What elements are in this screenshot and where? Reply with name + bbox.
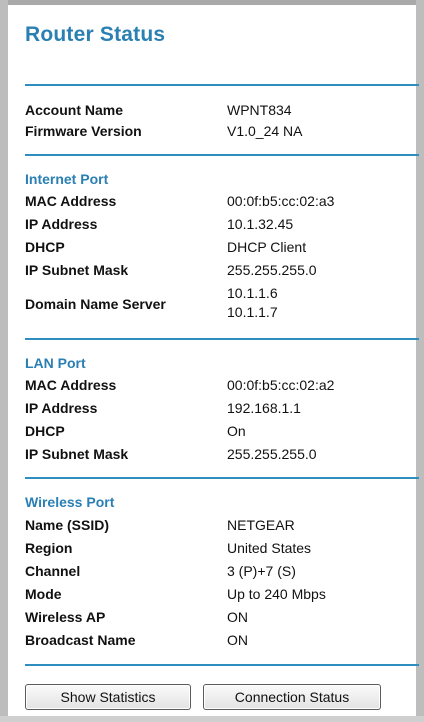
lan-subnet-label: IP Subnet Mask [25,446,129,462]
region-value: United States [227,540,312,556]
internet-mac-value: 00:0f:b5:cc:02:a3 [227,193,335,209]
lan-ip-value: 192.168.1.1 [227,400,301,416]
internet-dhcp-label: DHCP [25,239,65,255]
divider [25,338,419,340]
ssid-value: NETGEAR [227,517,295,533]
dns-row: Domain Name Server 10.1.1.6 10.1.1.7 [25,284,415,324]
page-title: Router Status [25,23,166,46]
show-statistics-button[interactable]: Show Statistics [25,684,191,710]
channel-value: 3 (P)+7 (S) [227,563,296,579]
window-frame: Router Status Account Name WPNT834 Firmw… [0,0,424,722]
lan-mac-value: 00:0f:b5:cc:02:a2 [227,377,335,393]
lan-dhcp-label: DHCP [25,423,65,439]
wireless-port-heading: Wireless Port [25,494,115,510]
wireless-ap-label: Wireless AP [25,609,106,625]
channel-label: Channel [25,563,81,579]
ssid-label: Name (SSID) [25,517,110,533]
lan-port-heading: LAN Port [25,355,86,371]
firmware-version-value: V1.0_24 NA [227,123,303,139]
broadcast-name-value: ON [227,632,248,648]
mode-value: Up to 240 Mbps [227,586,326,602]
lan-ip-label: IP Address [25,400,98,416]
lan-subnet-value: 255.255.255.0 [227,446,317,462]
region-label: Region [25,540,73,556]
internet-mac-label: MAC Address [25,193,117,209]
frame-left-border [0,0,8,722]
dns-label: Domain Name Server [25,296,166,312]
internet-subnet-label: IP Subnet Mask [25,262,129,278]
account-name-label: Account Name [25,102,124,118]
frame-bottom-border [0,716,424,722]
internet-dhcp-value: DHCP Client [227,239,307,255]
dns-secondary-value: 10.1.1.7 [227,304,278,320]
firmware-version-label: Firmware Version [25,123,142,139]
internet-ip-value: 10.1.32.45 [227,216,294,232]
connection-status-button[interactable]: Connection Status [203,684,381,710]
lan-mac-label: MAC Address [25,377,117,393]
internet-ip-label: IP Address [25,216,98,232]
internet-subnet-value: 255.255.255.0 [227,262,317,278]
dns-primary-value: 10.1.1.6 [227,285,278,301]
mode-label: Mode [25,586,62,602]
divider [25,664,419,666]
router-status-panel: Router Status Account Name WPNT834 Firmw… [8,5,419,716]
divider [25,84,419,86]
divider [25,477,419,479]
wireless-ap-value: ON [227,609,248,625]
internet-port-heading: Internet Port [25,171,109,187]
frame-right-border [416,0,424,722]
lan-dhcp-value: On [227,423,246,439]
account-name-value: WPNT834 [227,102,292,118]
broadcast-name-label: Broadcast Name [25,632,136,648]
divider [25,154,419,156]
